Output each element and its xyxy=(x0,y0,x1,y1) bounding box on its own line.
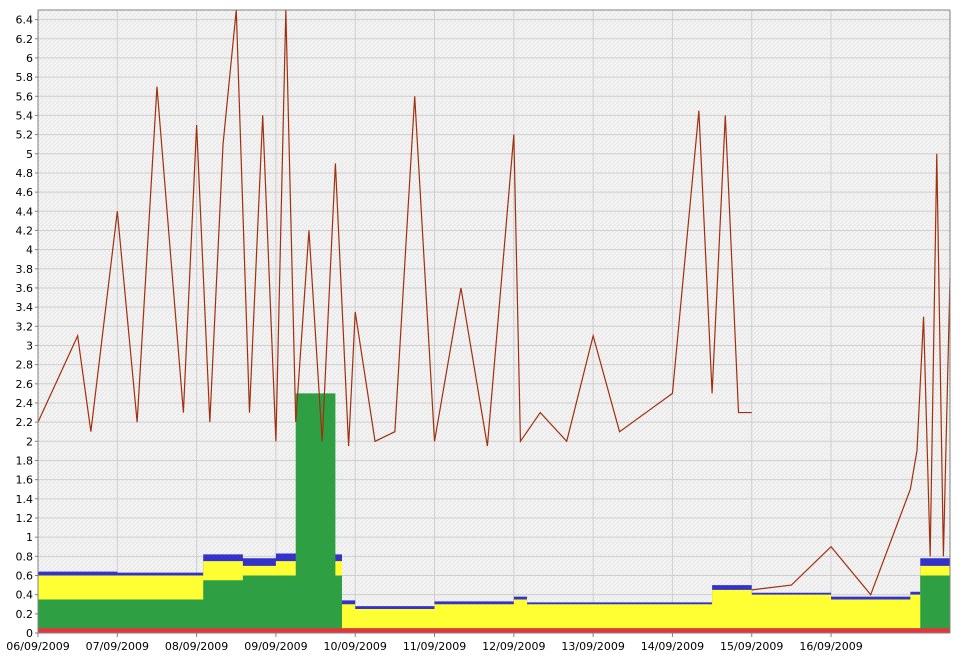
y-tick-label: 5 xyxy=(26,148,33,161)
y-tick-label: 0.4 xyxy=(16,589,34,602)
y-tick-label: 1 xyxy=(26,531,33,544)
y-tick-label: 3.6 xyxy=(16,282,34,295)
y-tick-label: 5.6 xyxy=(16,90,34,103)
y-tick-label: 4.4 xyxy=(16,205,34,218)
y-tick-label: 1.4 xyxy=(16,493,34,506)
y-tick-label: 4.6 xyxy=(16,186,34,199)
y-tick-label: 4.2 xyxy=(16,224,34,237)
y-axis-ticks: 0 0.2 0.4 0.6 0.8 1 1.2 1.4 1.6 1.8 2 2.2 2.4 2.6 2.8 3… xyxy=(16,14,38,640)
y-tick-label: 1.2 xyxy=(16,512,34,525)
y-tick-label: 2.2 xyxy=(16,416,34,429)
x-tick-label: 16/09/2009 xyxy=(799,640,862,653)
y-tick-label: 5.2 xyxy=(16,129,34,142)
y-tick-label: 2.6 xyxy=(16,378,34,391)
chart: 0 0.2 0.4 0.6 0.8 1 1.2 1.4 1.6 1.8 2 2.2 2.4 2.6 2.8 3… xyxy=(0,0,962,660)
y-tick-label: 3.4 xyxy=(16,301,34,314)
y-tick-label: 1.8 xyxy=(16,454,34,467)
y-tick-label: 0.8 xyxy=(16,550,34,563)
x-tick-label: 15/09/2009 xyxy=(720,640,783,653)
y-tick-label: 0.6 xyxy=(16,569,34,582)
y-tick-label: 3.8 xyxy=(16,263,34,276)
x-tick-label: 06/09/2009 xyxy=(6,640,69,653)
x-tick-label: 08/09/2009 xyxy=(165,640,228,653)
y-tick-label: 6 xyxy=(26,52,33,65)
x-tick-label: 11/09/2009 xyxy=(403,640,466,653)
y-tick-label: 2.4 xyxy=(16,397,34,410)
y-tick-label: 2 xyxy=(26,435,33,448)
plot-background xyxy=(38,10,950,633)
plot-area xyxy=(38,10,950,633)
x-tick-label: 07/09/2009 xyxy=(86,640,149,653)
y-tick-label: 4 xyxy=(26,244,33,257)
y-tick-label: 1.6 xyxy=(16,474,34,487)
y-tick-label: 4.8 xyxy=(16,167,34,180)
y-tick-label: 5.4 xyxy=(16,109,34,122)
area-red xyxy=(38,628,950,633)
x-tick-label: 10/09/2009 xyxy=(324,640,387,653)
y-tick-label: 0.2 xyxy=(16,608,34,621)
y-tick-label: 6.4 xyxy=(16,14,34,27)
y-tick-label: 5.8 xyxy=(16,71,34,84)
y-tick-label: 3 xyxy=(26,339,33,352)
y-tick-label: 6.2 xyxy=(16,33,34,46)
chart-svg: 0 0.2 0.4 0.6 0.8 1 1.2 1.4 1.6 1.8 2 2.2 2.4 2.6 2.8 3… xyxy=(6,9,951,653)
x-tick-label: 12/09/2009 xyxy=(482,640,545,653)
y-tick-label: 0 xyxy=(26,627,33,640)
x-tick-label: 14/09/2009 xyxy=(641,640,704,653)
y-tick-label: 3.2 xyxy=(16,320,34,333)
y-tick-label: 2.8 xyxy=(16,359,34,372)
x-tick-label: 13/09/2009 xyxy=(561,640,624,653)
x-tick-label: 09/09/2009 xyxy=(244,640,307,653)
x-axis-ticks: 06/09/2009 07/09/2009 08/09/2009 09/09/2009… xyxy=(6,633,863,653)
